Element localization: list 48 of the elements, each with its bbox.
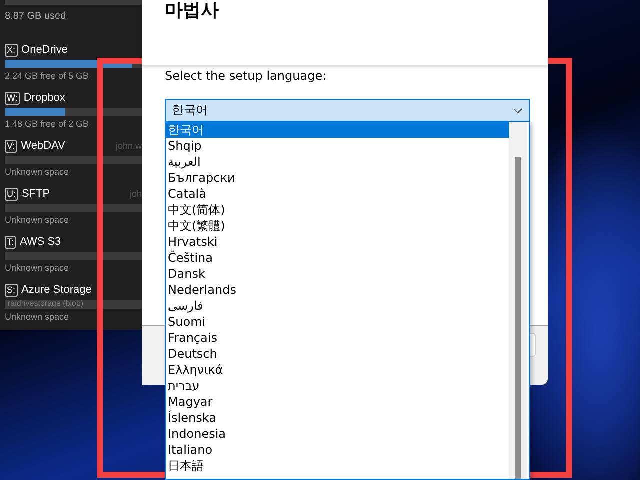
drive-letter: X: [5,44,18,56]
drive-space-text: Unknown space [5,312,70,322]
drive-letter: V: [5,140,18,152]
language-option[interactable]: Ελληνικά [166,362,509,378]
drive-name: Azure Storage [22,284,92,296]
drive-name: SFTP [22,188,50,200]
language-option[interactable]: Deutsch [166,346,509,362]
scrollbar-thumb[interactable] [515,157,521,479]
drive-letter: T: [5,236,16,248]
drive-letter: U: [5,188,18,200]
language-option[interactable]: Català [166,186,509,202]
language-option[interactable]: Magyar [166,394,509,410]
drive-name: OneDrive [22,44,68,56]
drive-space-text: 1.48 GB free of 2 GB [5,119,90,129]
language-option[interactable]: Čeština [166,250,509,266]
language-option[interactable]: Dansk [166,266,509,282]
language-option[interactable]: 한국어 [166,122,509,138]
prompt-label: Select the setup language: [165,68,327,83]
drive-usage-text: 8.87 GB used [5,11,68,24]
drive-storage-name: raidrivestorage (blob) [8,299,84,309]
language-option[interactable]: Nederlands [166,282,509,298]
language-option[interactable]: 日本語 [166,458,509,474]
language-option[interactable]: Suomi [166,314,509,330]
chevron-down-icon [513,108,523,114]
language-option[interactable]: Français [166,330,509,346]
drive-space-text: Unknown space [5,215,70,225]
language-select[interactable]: 한국어 [165,99,530,122]
language-option[interactable]: 中文(繁體) [166,218,509,234]
drive-letter: W: [5,92,20,104]
drive-space-text: Unknown space [5,263,70,273]
drive-letter: S: [5,284,18,296]
language-option[interactable]: 中文(简体) [166,202,509,218]
language-option[interactable]: Hrvatski [166,234,509,250]
language-option[interactable]: Íslenska [166,410,509,426]
language-option[interactable]: עברית [166,378,509,394]
drive-space-text: 2.24 GB free of 5 GB [5,71,90,81]
language-option[interactable]: العربية [166,154,509,170]
drive-name: WebDAV [21,140,66,152]
scrollbar[interactable] [509,122,527,479]
drive-space-text: Unknown space [5,167,70,177]
language-option[interactable]: Български [166,170,509,186]
language-option[interactable]: Shqip [166,138,509,154]
language-option[interactable]: Italiano [166,442,509,458]
language-option[interactable]: فارسی [166,298,509,314]
drive-name: Dropbox [24,92,66,104]
dialog-title: 마법사 [164,0,220,22]
drive-name: AWS S3 [20,236,62,248]
language-option[interactable]: Indonesia [166,426,509,442]
